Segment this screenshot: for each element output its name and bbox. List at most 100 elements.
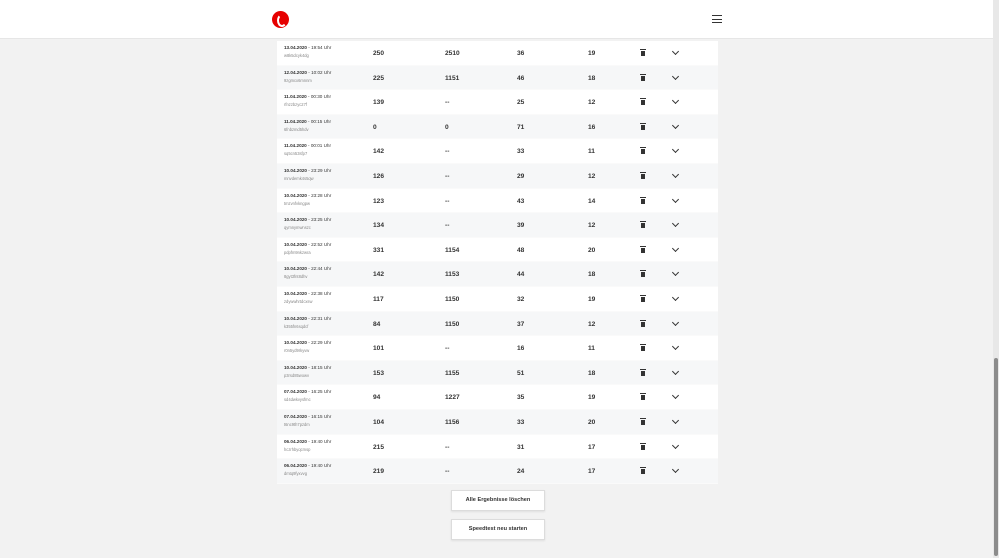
trash-icon[interactable] [640,442,646,450]
value-col-1: 117 [373,295,384,303]
chevron-down-icon[interactable] [671,293,680,301]
result-id: dmtq9fyxvvg [284,471,307,477]
value-col-1: 126 [373,172,385,180]
value-col-3: 43 [517,197,525,205]
chevron-down-icon[interactable] [671,466,680,474]
result-id: 9zgmcx6mnnm [284,77,312,83]
date-text: 10.04.2020 [284,167,307,173]
chevron-down-icon[interactable] [671,318,680,326]
chevron-down-icon[interactable] [671,195,680,203]
scrollbar-thumb[interactable] [994,358,998,556]
time-text: - 16:25 Uhr [308,389,332,395]
time-text: - 19:40 Uhr [308,463,332,469]
date-text: 10.04.2020 [284,192,307,198]
value-col-4: 17 [588,468,596,476]
value-col-3: 36 [517,50,525,57]
time-text: - 23:25 Uhr [308,217,332,223]
value-col-4: 16 [588,123,596,131]
value-col-1: 134 [373,222,385,230]
trash-icon[interactable] [640,368,646,376]
chevron-down-icon[interactable] [671,269,680,277]
chevron-down-icon[interactable] [671,170,680,179]
page-scrollbar[interactable] [993,0,999,558]
value-col-2: 1153 [445,271,460,279]
time-text: - 00:15 Uhr [308,118,332,124]
trash-icon[interactable] [640,319,646,327]
value-col-1: 104 [373,418,385,426]
trash-icon[interactable] [640,344,646,352]
value-col-4: 11 [588,148,595,156]
clear-all-results-button[interactable]: Alle Ergebnisse löschen [451,490,545,511]
table-row: 10.04.2020 - 22:44 Uhr 8gyt3fnt8dhv 142 115… [277,262,718,287]
chevron-down-icon[interactable] [671,416,680,424]
trash-icon[interactable] [640,73,646,81]
result-date: 06.04.2020 - 19:40 Uhr [284,463,331,468]
trash-icon[interactable] [640,98,646,106]
value-col-3: 37 [517,320,525,328]
result-date: 12.04.2020 - 10:02 Uhr [284,70,331,75]
trash-icon[interactable] [640,49,646,56]
value-col-1: 84 [373,320,381,328]
result-date: 07.04.2020 - 16:25 Uhr [284,389,331,394]
trash-icon[interactable] [640,417,646,425]
value-col-3: 32 [517,295,525,303]
chevron-down-icon[interactable] [671,367,680,375]
table-row: 12.04.2020 - 10:02 Uhr 9zgmcx6mnnm 225 1151… [277,65,718,91]
chevron-down-icon[interactable] [671,146,680,154]
result-id: zdywwhrtdcxsw [284,298,313,304]
trash-icon[interactable] [640,245,646,253]
chevron-down-icon[interactable] [671,97,680,105]
trash-icon[interactable] [640,294,646,302]
vodafone-logo-icon[interactable] [272,11,289,28]
table-row: 10.04.2020 - 22:38 Uhr zdywwhrtdcxsw 117 11… [277,287,718,312]
value-col-1: 250 [373,50,385,57]
value-col-2: 2510 [445,50,460,57]
result-date: 10.04.2020 - 23:25 Uhr [284,217,331,222]
trash-icon[interactable] [640,467,646,475]
value-col-4: 11 [588,345,595,353]
result-date: 10.04.2020 - 22:52 Uhr [284,242,331,247]
result-id: p3rsd85wowv [284,372,310,378]
result-id: sq5cn53sfp7 [284,151,308,157]
trash-icon[interactable] [640,147,646,155]
result-date: 13.04.2020 - 19:54 Uhr [284,45,331,50]
value-col-4: 20 [588,246,596,254]
hamburger-menu-icon[interactable] [712,15,722,23]
value-col-2: 1150 [445,295,460,303]
chevron-down-icon[interactable] [671,244,680,252]
result-date: 11.04.2020 - 00:15 Uhr [284,119,331,124]
table-row: 11.04.2020 - 00:30 Uhr rfnzzbzyc27f 139 -- 2… [277,90,718,115]
trash-icon[interactable] [640,221,646,229]
trash-icon[interactable] [640,270,646,278]
value-col-1: 142 [373,148,385,156]
value-col-2: 1155 [445,369,460,377]
trash-icon[interactable] [640,196,646,204]
chevron-down-icon[interactable] [671,220,680,228]
restart-speedtest-button[interactable]: Speedtest neu starten [451,519,545,540]
value-col-1: 94 [373,394,381,402]
result-id: t6nc9th7pzdm [284,421,310,427]
table-row: 11.04.2020 - 00:15 Uhr 6fnbzmd5hdv 0 0 71 16 [277,114,718,140]
result-id: 6fnbzmd5hdv [284,126,309,132]
chevron-down-icon[interactable] [671,441,680,449]
value-col-3: 25 [517,99,525,107]
value-col-3: 24 [517,468,525,476]
value-col-2: -- [445,468,450,476]
value-col-4: 19 [588,50,596,57]
chevron-down-icon[interactable] [671,72,680,80]
trash-icon[interactable] [640,171,646,179]
value-col-2: -- [445,197,450,205]
time-text: - 22:44 Uhr [308,266,332,272]
table-row: 07.04.2020 - 16:25 Uhr sd4dwkvysfmc 94 1227… [277,385,718,410]
result-date: 10.04.2020 - 23:29 Uhr [284,168,331,173]
result-id: hczrhbyqcmsp [284,446,311,452]
result-date: 06.04.2020 - 19:40 Uhr [284,439,331,444]
chevron-down-icon[interactable] [671,343,680,351]
date-text: 12.04.2020 [284,69,307,75]
value-col-4: 18 [588,271,596,279]
chevron-down-icon[interactable] [671,47,680,56]
trash-icon[interactable] [640,122,646,130]
chevron-down-icon[interactable] [671,392,680,400]
trash-icon[interactable] [640,393,646,401]
chevron-down-icon[interactable] [671,121,680,129]
